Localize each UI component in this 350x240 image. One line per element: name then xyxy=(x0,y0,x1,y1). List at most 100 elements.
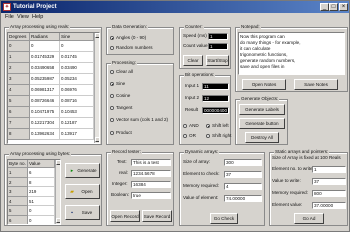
notepad-group: Notepad: Now this program can do many th… xyxy=(235,24,348,92)
bytes-row-4-value[interactable]: 0 xyxy=(28,206,55,216)
dyn-go-check-button[interactable]: Go Check xyxy=(210,213,238,224)
notepad-memo[interactable]: Now this program can do many things - fo… xyxy=(238,32,345,75)
generate-button-label: Generate xyxy=(77,168,97,173)
static-go-button[interactable]: Go Ad xyxy=(294,213,324,224)
reals-row-8-radians[interactable]: 0.13962634 xyxy=(30,129,60,140)
radio-and-label: AND xyxy=(189,123,199,128)
reals-row-2-radians[interactable]: 0.03490658 xyxy=(30,63,60,74)
bytes-grid[interactable]: Byte no. Value 1 6 2 8 3 219 4 51 5 0 6 … xyxy=(7,159,61,225)
bytes-row-0-value[interactable]: 6 xyxy=(28,168,55,178)
menu-help[interactable]: Help xyxy=(32,14,43,20)
open-button[interactable]: ▰ Open xyxy=(65,184,100,199)
reals-row-1-sine[interactable]: 0.01745 xyxy=(60,52,94,63)
radio-product[interactable] xyxy=(110,131,114,135)
save-button[interactable]: ▪ Save xyxy=(65,205,100,220)
window-title: Tutorial Project xyxy=(13,4,57,10)
generate-button[interactable]: ▸ Generate xyxy=(65,163,100,178)
reals-row-4-radians[interactable]: 0.06981317 xyxy=(30,85,60,96)
result-field: 000000400 xyxy=(202,107,229,114)
speed-label: Speed (ms) xyxy=(183,33,207,38)
radio-or[interactable] xyxy=(183,134,187,138)
reals-row-7-radians[interactable]: 0.12217304 xyxy=(30,118,60,129)
radio-angles[interactable] xyxy=(110,36,114,40)
bit-operations-label: Bit operations: xyxy=(184,72,216,78)
reals-grid[interactable]: Degrees Radians Sine 0 0 0 1 0.01745329 … xyxy=(7,32,100,144)
count-value-label: Count value: xyxy=(183,43,209,48)
scroll-up-arrow-icon[interactable] xyxy=(95,33,99,38)
count-value-field[interactable]: 1 xyxy=(208,43,228,50)
save-notes-button[interactable]: Save Notes xyxy=(294,79,338,90)
reals-row-2-sine[interactable]: 0.03490 xyxy=(60,63,94,74)
title-bar[interactable]: ✦ Tutorial Project xyxy=(1,1,349,13)
radio-or-label: OR xyxy=(189,133,196,138)
bytes-row-3-value[interactable]: 51 xyxy=(28,196,55,206)
dyn-size-field[interactable]: 300 xyxy=(224,159,262,166)
reals-row-0-sine[interactable]: 0 xyxy=(60,41,94,52)
record-boolean-field[interactable]: true xyxy=(131,192,171,199)
reals-header-sine: Sine xyxy=(60,33,94,41)
radio-cosine[interactable] xyxy=(110,94,114,98)
radio-sine[interactable] xyxy=(110,82,114,86)
input2-field[interactable]: 12 xyxy=(202,95,229,102)
notepad-label: Notepad: xyxy=(240,24,261,30)
radio-and[interactable] xyxy=(183,124,187,128)
radio-shift-left[interactable] xyxy=(206,124,210,128)
reals-row-7-sine[interactable]: 0.12187 xyxy=(60,118,94,129)
bytes-scrollbar[interactable] xyxy=(55,160,60,224)
maximize-button[interactable]: □ xyxy=(329,3,338,11)
menu-file[interactable]: File xyxy=(5,14,14,20)
bit-operations-group: Bit operations: Input 1 11 Input 2 12 Re… xyxy=(179,72,231,145)
start-stop-button[interactable]: Start/Stop xyxy=(206,55,229,66)
speed-field[interactable]: 1 xyxy=(208,33,228,40)
static-elem-field[interactable]: 1 xyxy=(312,166,346,173)
static-arrays-group: Static arrays and pointers: Size of Arra… xyxy=(269,149,348,226)
reals-scrollbar[interactable] xyxy=(94,33,99,143)
bytes-row-1-index: 2 xyxy=(8,177,28,187)
radio-tangent[interactable] xyxy=(110,106,114,110)
minimize-button[interactable]: _ xyxy=(320,3,329,11)
record-real-field[interactable]: 1234.5678 xyxy=(131,170,171,177)
open-record-button[interactable]: Open Record xyxy=(110,210,140,222)
reals-row-8-sine[interactable]: 0.13917 xyxy=(60,129,94,140)
menu-view[interactable]: View xyxy=(17,14,29,20)
scroll-up-arrow-icon[interactable] xyxy=(56,160,60,165)
reals-row-3-radians[interactable]: 0.05235987 xyxy=(30,74,60,85)
static-value-field[interactable]: 37 xyxy=(312,178,346,185)
scroll-down-arrow-icon[interactable] xyxy=(95,137,99,142)
reals-row-1-radians[interactable]: 0.01745329 xyxy=(30,52,60,63)
destroy-all-button[interactable]: Destroy All xyxy=(245,132,279,143)
radio-vector-sum[interactable] xyxy=(110,118,114,122)
open-notes-button[interactable]: Open Notes xyxy=(242,79,286,90)
static-element-label: Element value: xyxy=(272,202,303,207)
reals-row-0-degrees: 0 xyxy=(8,41,30,52)
record-text-field[interactable]: This is a test xyxy=(131,159,171,166)
save-record-button[interactable]: Save Record xyxy=(142,210,172,222)
input1-field[interactable]: 11 xyxy=(202,83,229,90)
reals-row-3-sine[interactable]: 0.05234 xyxy=(60,74,94,85)
reals-row-4-degrees: 4 xyxy=(8,85,30,96)
reals-row-6-sine[interactable]: 0.10453 xyxy=(60,107,94,118)
radio-shift-right[interactable] xyxy=(206,134,210,138)
record-integer-field[interactable]: 16384 xyxy=(131,181,171,188)
reals-row-4-sine[interactable]: 0.06976 xyxy=(60,85,94,96)
static-mem-field: 800 xyxy=(312,190,346,197)
reals-row-5-radians[interactable]: 0.08726646 xyxy=(30,96,60,107)
bytes-row-1-value[interactable]: 8 xyxy=(28,177,55,187)
clear-button[interactable]: Clear xyxy=(183,55,203,66)
notepad-line: save and open files in xyxy=(240,64,285,69)
generate-labels-button[interactable]: Generate Labels xyxy=(239,104,285,115)
radio-clear-all[interactable] xyxy=(110,70,114,74)
scroll-down-arrow-icon[interactable] xyxy=(56,218,60,223)
generate-button-button[interactable]: Generate button xyxy=(239,118,285,129)
close-button[interactable]: × xyxy=(339,3,348,11)
reals-row-5-sine[interactable]: 0.08716 xyxy=(60,96,94,107)
processing-label: Processing: xyxy=(111,60,138,66)
bytes-row-2-value[interactable]: 219 xyxy=(28,187,55,197)
dyn-check-field[interactable]: 37 xyxy=(224,171,262,178)
bytes-row-5-value[interactable]: 0 xyxy=(28,215,55,224)
radio-tangent-label: Tangent xyxy=(116,105,133,110)
radio-random[interactable] xyxy=(110,46,114,50)
reals-row-0-radians[interactable]: 0 xyxy=(30,41,60,52)
bytes-row-0-index: 1 xyxy=(8,168,28,178)
reals-row-6-radians[interactable]: 0.10471975 xyxy=(30,107,60,118)
